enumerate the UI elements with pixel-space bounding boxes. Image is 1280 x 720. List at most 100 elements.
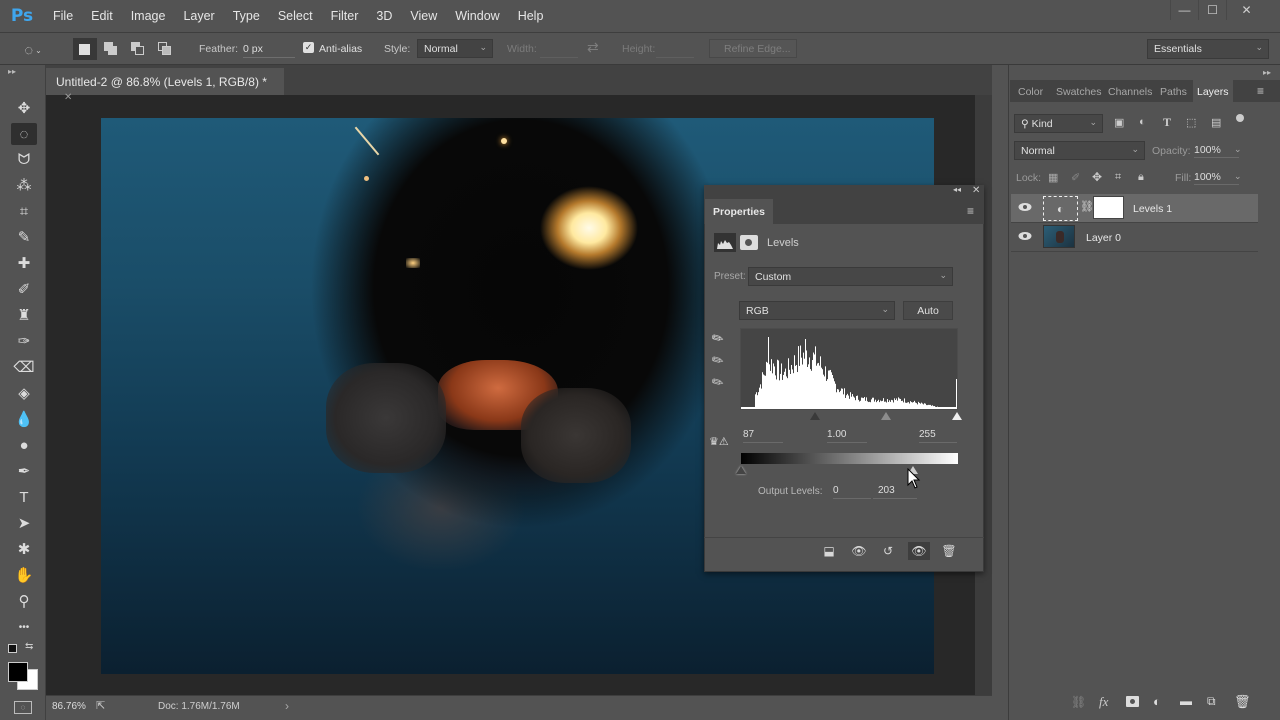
menu-image[interactable]: Image <box>122 0 175 32</box>
output-black-slider[interactable] <box>736 466 746 474</box>
zoom-readout[interactable]: 86.76% <box>52 701 86 712</box>
levels-histogram-icon[interactable] <box>714 233 736 252</box>
filter-kind-dropdown[interactable]: ⚲ Kind ⌄ <box>1014 114 1103 133</box>
link-layers-icon[interactable]: ⛓ <box>1071 695 1086 709</box>
tab-properties[interactable]: Properties <box>705 199 773 224</box>
opacity-input[interactable]: 100% <box>1194 144 1239 158</box>
view-previous-state-icon[interactable]: 👁︎ <box>848 542 870 560</box>
menu-edit[interactable]: Edit <box>82 0 122 32</box>
foreground-color-swatch[interactable] <box>8 662 28 682</box>
filter-smart-object-icon[interactable]: ▤ <box>1211 116 1221 129</box>
subtract-selection-button[interactable] <box>131 42 145 56</box>
default-colors-icon[interactable] <box>8 644 17 653</box>
clip-to-layer-icon[interactable]: ⬓ <box>818 542 840 560</box>
dodge-tool[interactable]: ● <box>11 434 37 456</box>
paint-bucket-tool[interactable]: ◈ <box>11 382 37 404</box>
layer-style-fx-icon[interactable]: fx <box>1099 694 1108 710</box>
collapse-toolbar-icon[interactable]: ▸▸ <box>8 67 16 76</box>
filter-adjustment-icon[interactable]: ◐ <box>1139 116 1146 128</box>
clipping-warning-icon[interactable]: ♛⚠ <box>709 435 729 448</box>
preset-dropdown[interactable]: Custom ⌄ <box>748 267 953 286</box>
blur-tool[interactable]: 💧 <box>11 408 37 430</box>
close-panel-icon[interactable]: ✕ <box>972 185 980 196</box>
mask-properties-icon[interactable] <box>740 235 758 250</box>
quick-mask-icon[interactable]: ◌ <box>14 701 32 714</box>
input-gamma-slider[interactable] <box>881 412 891 420</box>
layer-row-levels-1[interactable]: ◐ ⛓ Levels 1 <box>1011 194 1258 223</box>
visibility-eye-icon[interactable] <box>1018 231 1032 241</box>
zoom-tool[interactable]: ⚲ <box>11 590 37 612</box>
panel-menu-icon[interactable]: ≡ <box>1257 84 1264 98</box>
layer-name[interactable]: Levels 1 <box>1133 203 1172 215</box>
filter-pixel-icon[interactable]: ▣ <box>1114 116 1124 129</box>
filter-type-icon[interactable]: T <box>1163 115 1171 130</box>
menu-file[interactable]: File <box>44 0 82 32</box>
channel-dropdown[interactable]: RGB ⌄ <box>739 301 895 320</box>
tab-swatches[interactable]: Swatches <box>1056 86 1102 98</box>
lasso-tool[interactable]: ᗢ <box>11 148 37 170</box>
status-menu-arrow-icon[interactable]: › <box>285 699 289 713</box>
input-black-value[interactable]: 87 <box>743 429 783 443</box>
lock-all-icon[interactable]: 🔒︎ <box>1138 171 1144 184</box>
tab-paths[interactable]: Paths <box>1160 86 1187 98</box>
layer-mask-link-icon[interactable]: ⛓ <box>1080 200 1094 213</box>
input-white-slider[interactable] <box>952 412 962 420</box>
tab-layers[interactable]: Layers <box>1197 86 1229 98</box>
menu-window[interactable]: Window <box>446 0 508 32</box>
tab-channels[interactable]: Channels <box>1108 86 1152 98</box>
magic-wand-tool[interactable]: ⁂ <box>11 174 37 196</box>
toggle-visibility-eye-icon[interactable]: 👁︎ <box>908 542 930 560</box>
new-group-folder-icon[interactable]: ▬ <box>1180 694 1192 708</box>
fill-input[interactable]: 100% <box>1194 171 1239 185</box>
chevron-down-icon[interactable]: ⌄ <box>1234 144 1242 155</box>
type-tool[interactable]: T <box>11 486 37 508</box>
lock-transparent-icon[interactable]: ▦ <box>1048 171 1058 184</box>
input-gamma-value[interactable]: 1.00 <box>827 429 867 443</box>
visibility-eye-icon[interactable] <box>1018 202 1032 212</box>
eraser-tool[interactable]: ⌫ <box>11 356 37 378</box>
eyedropper-tool[interactable]: ✎ <box>11 226 37 248</box>
close-document-icon[interactable]: ✕ <box>64 92 72 103</box>
add-mask-icon[interactable] <box>1126 696 1139 707</box>
path-selection-tool[interactable]: ➤ <box>11 512 37 534</box>
lock-artboard-icon[interactable]: ⌗ <box>1115 171 1121 184</box>
tab-color[interactable]: Color <box>1018 86 1043 98</box>
menu-3d[interactable]: 3D <box>367 0 401 32</box>
layer-row-layer-0[interactable]: Layer 0 <box>1011 223 1258 252</box>
crop-tool[interactable]: ⌗ <box>11 200 37 222</box>
pen-tool[interactable]: ✒ <box>11 460 37 482</box>
custom-shape-tool[interactable]: ✱ <box>11 538 37 560</box>
clone-stamp-tool[interactable]: ♜ <box>11 304 37 326</box>
delete-adjustment-trash-icon[interactable]: 🗑︎ <box>938 542 960 560</box>
menu-type[interactable]: Type <box>224 0 269 32</box>
reset-adjustment-icon[interactable]: ↺ <box>877 542 899 560</box>
blend-mode-dropdown[interactable]: Normal ⌄ <box>1014 141 1145 160</box>
new-layer-icon[interactable]: ⧉ <box>1207 694 1216 709</box>
input-black-slider[interactable] <box>810 412 820 420</box>
move-tool[interactable]: ✥ <box>11 97 37 119</box>
filter-shape-icon[interactable]: ⬚ <box>1186 116 1196 129</box>
output-white-value[interactable]: 203 <box>873 485 917 499</box>
share-icon[interactable]: ⇱ <box>96 699 105 712</box>
new-selection-button[interactable] <box>73 38 97 60</box>
width-input[interactable] <box>540 40 578 58</box>
input-white-value[interactable]: 255 <box>919 429 957 443</box>
workspace-dropdown[interactable]: Essentials ⌄ <box>1147 39 1269 59</box>
swap-colors-icon[interactable]: ⇆ <box>25 641 33 652</box>
auto-button[interactable]: Auto <box>903 301 953 320</box>
more-tools[interactable]: ••• <box>11 616 37 638</box>
intersect-selection-button[interactable] <box>158 42 172 56</box>
antialias-checkbox[interactable]: ✓ <box>303 42 314 53</box>
layer-mask-thumbnail[interactable] <box>1093 196 1124 219</box>
history-brush-tool[interactable]: ✑ <box>11 330 37 352</box>
refine-edge-button[interactable]: Refine Edge... <box>709 39 797 58</box>
hand-tool[interactable]: ✋ <box>11 564 37 586</box>
tool-preset-picker[interactable]: ◌ ⌄ <box>22 41 44 59</box>
menu-layer[interactable]: Layer <box>174 0 223 32</box>
output-black-value[interactable]: 0 <box>833 485 871 499</box>
lock-pixels-brush-icon[interactable]: ✐ <box>1071 171 1080 184</box>
minimize-button[interactable]: — <box>1170 0 1198 20</box>
lock-position-icon[interactable]: ✥ <box>1092 170 1102 184</box>
height-input[interactable] <box>656 40 694 58</box>
menu-view[interactable]: View <box>401 0 446 32</box>
